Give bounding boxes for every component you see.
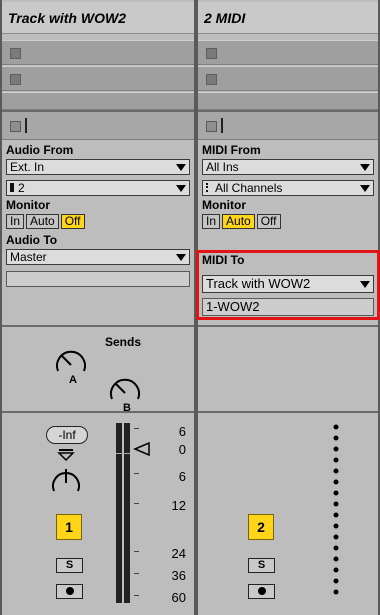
clip-launch-icon[interactable] <box>206 48 217 59</box>
clip-launch-icon[interactable] <box>10 74 21 85</box>
clip-stop-slot[interactable] <box>198 110 378 140</box>
monitor-buttons: In Auto Off <box>6 214 85 229</box>
meter-tick: 60 <box>171 590 186 605</box>
chevron-down-icon <box>176 185 186 192</box>
solo-button-1[interactable]: S <box>56 558 83 573</box>
arm-button-1[interactable] <box>56 584 83 599</box>
midi-to-dropdown[interactable]: Track with WOW2 <box>202 275 374 293</box>
mixer-section-1: -Inf 1 S 6 0 6 12 24 36 60 <box>2 413 194 615</box>
track-title-1[interactable]: Track with WOW2 <box>2 2 194 34</box>
sends-section <box>198 325 378 413</box>
monitor-auto-button[interactable]: Auto <box>222 214 255 229</box>
chevron-down-icon <box>360 185 370 192</box>
send-knobs-graphic <box>56 350 140 400</box>
stop-clip-icon[interactable] <box>206 121 217 132</box>
solo-button-2[interactable]: S <box>248 558 275 573</box>
clip-slot[interactable] <box>198 92 378 110</box>
level-meter-left <box>116 423 122 603</box>
volume-readout[interactable]: -Inf <box>46 426 88 444</box>
meter-dots <box>332 423 339 601</box>
mixer-section-2: 2 S <box>198 413 378 615</box>
clip-slot[interactable] <box>198 40 378 65</box>
pan-knob[interactable] <box>44 447 94 507</box>
meter-dots-graphic <box>333 424 339 595</box>
audio-to-label: Audio To <box>6 233 58 247</box>
chevron-down-icon <box>360 281 370 288</box>
meter-tick: 6 <box>178 469 186 484</box>
clip-slot[interactable] <box>2 66 194 91</box>
clip-slot[interactable] <box>198 66 378 91</box>
session-view: Track with WOW2 Audio From Ext. In 2 Mon… <box>0 0 380 615</box>
sends-label: Sends <box>105 335 142 349</box>
clip-slot[interactable] <box>2 92 194 110</box>
track-title-2[interactable]: 2 MIDI <box>198 2 378 34</box>
stop-clip-icon[interactable] <box>10 121 21 132</box>
meter-tick: 0 <box>178 442 186 457</box>
audio-to-value: Master <box>10 250 47 264</box>
midi-channel-value: All Channels <box>215 181 283 195</box>
audio-to-dropdown[interactable]: Master <box>6 249 190 265</box>
monitor-label: Monitor <box>202 198 246 212</box>
midi-arm-icon <box>257 587 266 595</box>
send-knob-a[interactable] <box>56 350 86 372</box>
track-activator-2[interactable]: 2 <box>248 514 274 540</box>
io-section-1: Audio From Ext. In 2 Monitor In Auto Off… <box>2 140 194 325</box>
track-column-2: 2 MIDI MIDI From All Ins All Channels Mo… <box>198 0 378 615</box>
send-knob-b[interactable] <box>110 378 140 400</box>
clip-launch-icon[interactable] <box>10 48 21 59</box>
audio-from-label: Audio From <box>6 143 74 157</box>
audio-from-dropdown[interactable]: Ext. In <box>6 159 190 175</box>
midi-from-dropdown[interactable]: All Ins <box>202 159 374 175</box>
clip-launch-icon[interactable] <box>206 74 217 85</box>
monitor-in-button[interactable]: In <box>6 214 25 229</box>
record-dot-icon <box>65 587 74 595</box>
chevron-down-icon <box>360 164 370 171</box>
channel-icon <box>10 183 14 192</box>
monitor-auto-button[interactable]: Auto <box>26 214 59 229</box>
sends-section: Sends A B <box>2 325 194 414</box>
monitor-off-button[interactable]: Off <box>256 214 281 229</box>
track-activator-1[interactable]: 1 <box>56 514 82 540</box>
meter-marker <box>116 453 130 454</box>
meter-tick: 36 <box>171 568 186 583</box>
midi-channel-dropdown[interactable]: All Channels <box>202 180 374 196</box>
cursor-bar <box>221 118 223 133</box>
midi-channel-icon <box>206 183 210 192</box>
midi-to-channel-box[interactable]: 1-WOW2 <box>202 298 374 316</box>
midi-to-label: MIDI To <box>202 253 245 267</box>
monitor-in-button[interactable]: In <box>202 214 221 229</box>
audio-from-value: Ext. In <box>10 160 45 174</box>
cursor-bar <box>25 118 27 133</box>
meter-tick: 6 <box>178 424 186 439</box>
level-meter-right <box>124 423 130 603</box>
midi-from-value: All Ins <box>206 160 239 174</box>
monitor-buttons: In Auto Off <box>202 214 281 229</box>
meter-tick: 24 <box>171 546 186 561</box>
chevron-down-icon <box>176 254 186 261</box>
meter-tick: 12 <box>171 498 186 513</box>
arm-button-2[interactable] <box>248 584 275 599</box>
midi-from-label: MIDI From <box>202 143 261 157</box>
meter-scale <box>134 423 166 603</box>
audio-channel-dropdown[interactable]: 2 <box>6 180 190 196</box>
chevron-down-icon <box>176 164 186 171</box>
audio-to-channel-box[interactable] <box>6 271 190 287</box>
io-section-2: MIDI From All Ins All Channels Monitor I… <box>198 140 378 325</box>
midi-to-value: Track with WOW2 <box>206 276 311 291</box>
clip-slot[interactable] <box>2 40 194 65</box>
monitor-label: Monitor <box>6 198 50 212</box>
clip-stop-slot[interactable] <box>2 110 194 140</box>
track-column-1: Track with WOW2 Audio From Ext. In 2 Mon… <box>2 0 194 615</box>
monitor-off-button[interactable]: Off <box>60 214 85 229</box>
send-a-label: A <box>69 374 77 386</box>
audio-channel-value: 2 <box>18 181 25 195</box>
